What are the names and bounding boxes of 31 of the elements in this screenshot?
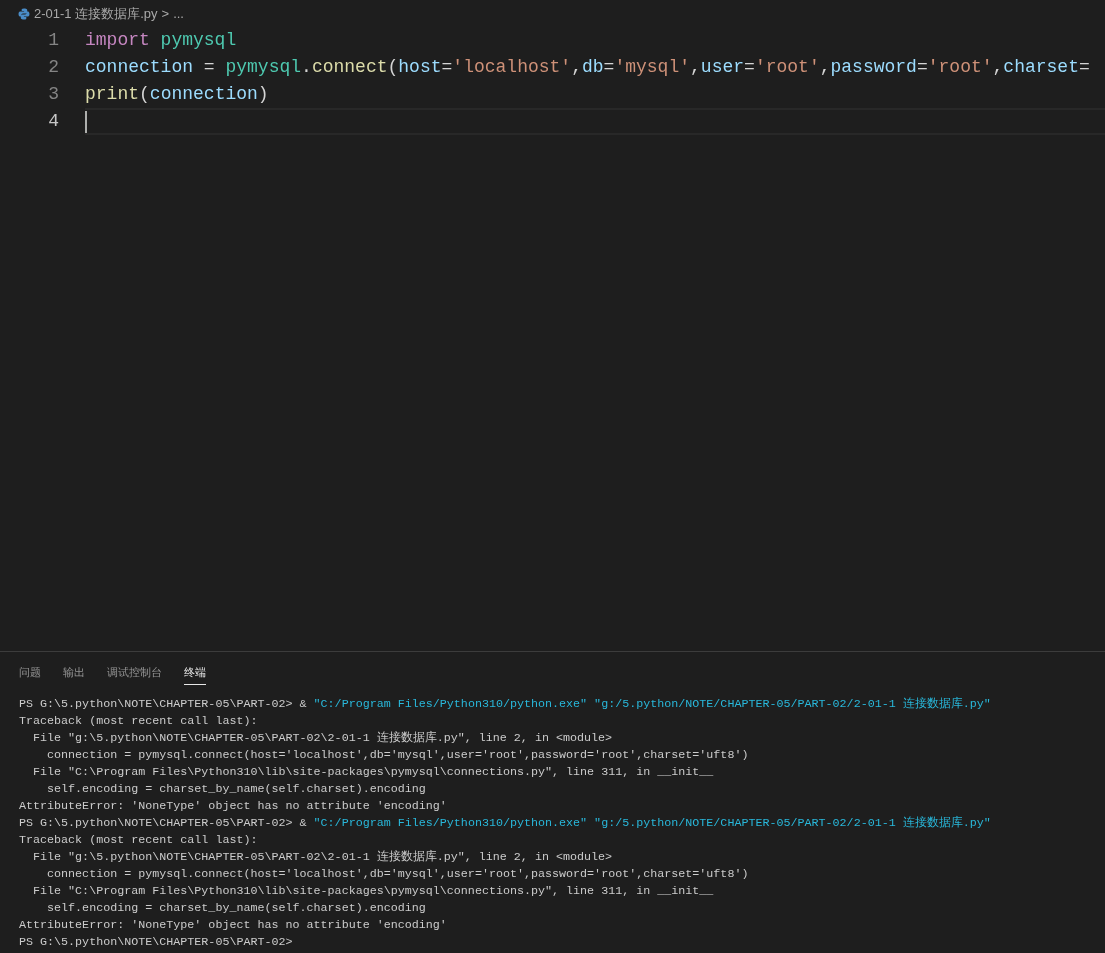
terminal-line: File "g:\5.python\NOTE\CHAPTER-05\PART-02\2-01-1 连接数据库.py", line 2, in <module> bbox=[32, 849, 614, 866]
terminal-line: File "C:\Program Files\Python310\lib\site-packages\pymysql\connections.py", line 311, in __init__ bbox=[32, 883, 715, 900]
panel-tab[interactable]: 输出 bbox=[63, 661, 85, 685]
code-line: print(connection) bbox=[85, 83, 269, 106]
terminal-line: PS G:\5.python\NOTE\CHAPTER-05\PART-02> bbox=[19, 934, 294, 951]
python-file-icon bbox=[18, 7, 30, 20]
code-line: connection = pymysql.connect(host='localhost',db='mysql',user='root',password='root',charset= bbox=[85, 56, 1090, 79]
line-number: 3 bbox=[47, 83, 59, 106]
panel-tab[interactable]: 终端 bbox=[184, 661, 206, 685]
line-number: 1 bbox=[47, 29, 59, 52]
breadcrumb-separator[interactable]: > bbox=[161, 5, 170, 21]
panel-tab[interactable]: 问题 bbox=[19, 661, 41, 685]
terminal-line: self.encoding = charset_by_name(self.charset).encoding bbox=[46, 781, 427, 798]
line-number: 4 bbox=[47, 110, 59, 133]
terminal-line: connection = pymysql.connect(host='localhost',db='mysql',user='root',password='root',charset='uft8') bbox=[46, 866, 750, 883]
code-line: import pymysql bbox=[85, 29, 237, 52]
terminal-line: AttributeError: 'NoneType' object has no attribute 'encoding' bbox=[19, 798, 448, 815]
panel-tab[interactable]: 调试控制台 bbox=[107, 661, 162, 685]
terminal-line: AttributeError: 'NoneType' object has no attribute 'encoding' bbox=[19, 917, 448, 934]
terminal-line: Traceback (most recent call last): bbox=[19, 832, 259, 849]
terminal-line: File "g:\5.python\NOTE\CHAPTER-05\PART-02\2-01-1 连接数据库.py", line 2, in <module> bbox=[32, 730, 614, 747]
text-cursor bbox=[85, 110, 87, 133]
terminal-line: connection = pymysql.connect(host='localhost',db='mysql',user='root',password='root',charset='uft8') bbox=[46, 747, 750, 764]
breadcrumb-file[interactable]: 2-01-1 连接数据库.py bbox=[34, 5, 158, 21]
terminal-line: self.encoding = charset_by_name(self.charset).encoding bbox=[46, 900, 427, 917]
terminal-line: PS G:\5.python\NOTE\CHAPTER-05\PART-02> & "C:/Program Files/Python310/python.exe" "g:/5.python/NOTE/CHAPTER-05/PART-02/2-01-1 连接数据库.py" bbox=[19, 696, 992, 713]
line-number: 2 bbox=[47, 56, 59, 79]
terminal-line: PS G:\5.python\NOTE\CHAPTER-05\PART-02> & "C:/Program Files/Python310/python.exe" "g:/5.python/NOTE/CHAPTER-05/PART-02/2-01-1 连接数据库.py" bbox=[19, 815, 992, 832]
terminal-line: File "C:\Program Files\Python310\lib\site-packages\pymysql\connections.py", line 311, in __init__ bbox=[32, 764, 715, 781]
terminal-line: Traceback (most recent call last): bbox=[19, 713, 259, 730]
breadcrumb-more[interactable]: ... bbox=[173, 5, 184, 21]
